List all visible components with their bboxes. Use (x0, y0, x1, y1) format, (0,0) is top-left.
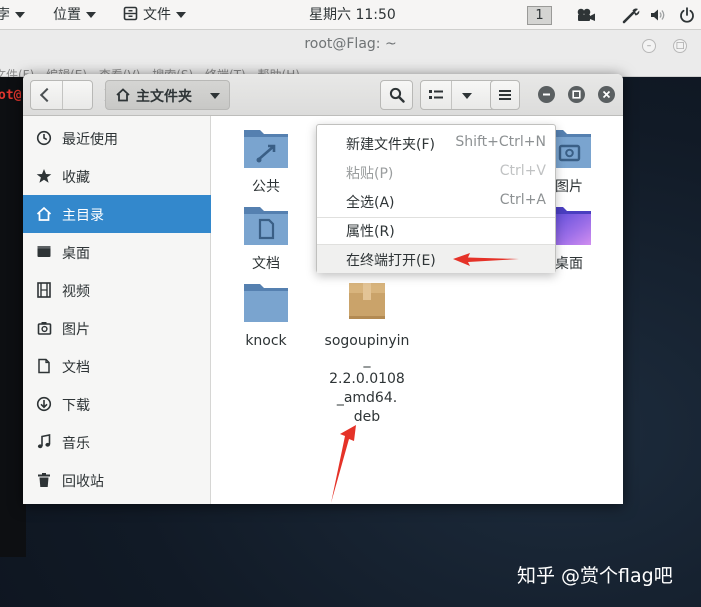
chevron-down-icon (210, 93, 220, 99)
divider (451, 81, 452, 109)
file-cabinet-icon (123, 6, 138, 21)
sidebar-item-pictures[interactable]: 图片 (23, 309, 211, 347)
context-menu: 新建文件夹(F) Shift+Ctrl+N 粘贴(P) Ctrl+V 全选(A)… (316, 124, 556, 273)
sidebar-item-label: 图片 (62, 322, 90, 338)
workspace-indicator[interactable]: 1 (527, 6, 552, 25)
film-icon (37, 282, 51, 298)
sidebar-item-label: 收藏 (62, 170, 90, 186)
files-app-menu[interactable]: 文件 (123, 6, 186, 24)
back-button[interactable] (31, 81, 62, 109)
sidebar-item-trash[interactable]: 回收站 (23, 461, 211, 499)
forward-button[interactable] (63, 81, 114, 109)
package-icon (349, 283, 385, 319)
menu-item-select-all[interactable]: 全选(A) Ctrl+A (317, 187, 555, 215)
file-label: 文档 (252, 256, 280, 272)
chevron-down-icon (176, 12, 186, 18)
star-icon (36, 169, 52, 183)
sidebar-item-documents[interactable]: 文档 (23, 347, 211, 385)
menu-item-shortcut: Ctrl+A (499, 192, 546, 208)
download-icon (36, 396, 52, 412)
picture-icon (37, 322, 52, 335)
trash-icon (38, 473, 50, 487)
list-view-icon (429, 90, 443, 99)
menu-item-shortcut: Shift+Ctrl+N (455, 134, 546, 150)
folder-documents-icon (244, 207, 288, 245)
close-button[interactable] (598, 86, 615, 103)
activities-menu[interactable]: 孛 (0, 6, 25, 24)
minimize-button[interactable] (538, 86, 555, 103)
watermark: 知乎 @赏个flag吧 (517, 565, 673, 587)
menu-item-new-folder[interactable]: 新建文件夹(F) Shift+Ctrl+N (317, 129, 555, 157)
wrench-icon[interactable] (622, 7, 640, 24)
sidebar-item-home[interactable]: 主目录 (23, 195, 211, 233)
terminal-maximize-button[interactable]: □ (673, 39, 687, 53)
sidebar-item-starred[interactable]: 收藏 (23, 157, 211, 195)
sidebar-item-label: 桌面 (62, 246, 90, 262)
power-icon[interactable] (679, 7, 695, 23)
home-icon (36, 206, 52, 221)
document-icon (38, 358, 50, 374)
menu-item-label: 在终端打开(E) (346, 253, 436, 269)
sidebar-item-downloads[interactable]: 下载 (23, 385, 211, 423)
maximize-icon (572, 90, 581, 99)
hamburger-menu-button[interactable] (490, 80, 520, 110)
navigation-buttons (30, 80, 114, 110)
terminal-prompt: ot@ (0, 88, 22, 103)
sidebar-item-label: 文档 (62, 360, 90, 376)
terminal-title: root@Flag: ~ (304, 36, 397, 52)
search-button[interactable] (380, 80, 413, 110)
terminal-minimize-button[interactable]: – (642, 39, 656, 53)
search-icon (389, 87, 405, 103)
files-app-label: 文件 (143, 7, 171, 23)
music-icon (37, 434, 51, 449)
chevron-down-icon (462, 93, 472, 99)
sidebar-item-label: 主目录 (62, 208, 104, 224)
sidebar-item-desktop[interactable]: 桌面 (23, 233, 211, 271)
volume-icon[interactable] (650, 8, 667, 22)
activities-label: 孛 (0, 7, 10, 23)
places-sidebar: 最近使用 收藏 主目录 桌面 视频 图片 文档 下载 音乐 回收站 (23, 116, 211, 504)
menu-item-label: 新建文件夹(F) (346, 137, 435, 153)
file-label: 公共 (252, 179, 280, 195)
hamburger-icon (499, 90, 511, 100)
sidebar-item-recent[interactable]: 最近使用 (23, 119, 211, 157)
clock[interactable]: 星期六 11:50 (309, 6, 396, 24)
top-bar: 孛 位置 文件 星期六 11:50 1 (0, 0, 701, 30)
menu-item-open-in-terminal[interactable]: 在终端打开(E) (317, 245, 555, 273)
clock-icon (36, 130, 52, 146)
close-icon (602, 90, 611, 99)
menu-item-label: 属性(R) (346, 224, 395, 240)
minimize-icon (543, 93, 550, 96)
path-bar-label: 主文件夹 (136, 89, 192, 105)
folder-share-icon (244, 130, 288, 168)
sidebar-item-videos[interactable]: 视频 (23, 271, 211, 309)
video-camera-icon[interactable] (576, 8, 596, 22)
sidebar-item-label: 音乐 (62, 436, 90, 452)
file-label: sogoupinyin _ 2.2.0.0108 _amd64. deb (324, 333, 410, 425)
sidebar-item-label: 下载 (62, 398, 90, 414)
maximize-button[interactable] (568, 86, 585, 103)
chevron-down-icon (15, 12, 25, 18)
home-icon (116, 88, 130, 102)
chevron-left-icon (39, 87, 55, 103)
sidebar-item-label: 视频 (62, 284, 90, 300)
desktop-icon (37, 246, 51, 257)
sidebar-item-label: 回收站 (62, 474, 104, 490)
chevron-down-icon (86, 12, 96, 18)
places-label: 位置 (53, 7, 81, 23)
menu-item-label: 粘贴(P) (346, 166, 394, 182)
menu-item-properties[interactable]: 属性(R) (317, 216, 555, 244)
menu-item-label: 全选(A) (346, 195, 395, 211)
terminal-window: root@Flag: ~ – □ 文件(F) 编辑(E) 查看(V) 搜索(S)… (0, 30, 701, 82)
menu-item-paste[interactable]: 粘贴(P) Ctrl+V (317, 158, 555, 186)
places-menu[interactable]: 位置 (53, 6, 96, 24)
file-label: knock (245, 333, 287, 349)
sidebar-item-label: 最近使用 (62, 132, 118, 148)
folder-icon (244, 284, 288, 322)
sidebar-item-music[interactable]: 音乐 (23, 423, 211, 461)
file-manager-headerbar: 主文件夹 (23, 74, 623, 116)
path-bar-home-button[interactable]: 主文件夹 (105, 80, 230, 110)
menu-item-shortcut: Ctrl+V (499, 163, 546, 179)
